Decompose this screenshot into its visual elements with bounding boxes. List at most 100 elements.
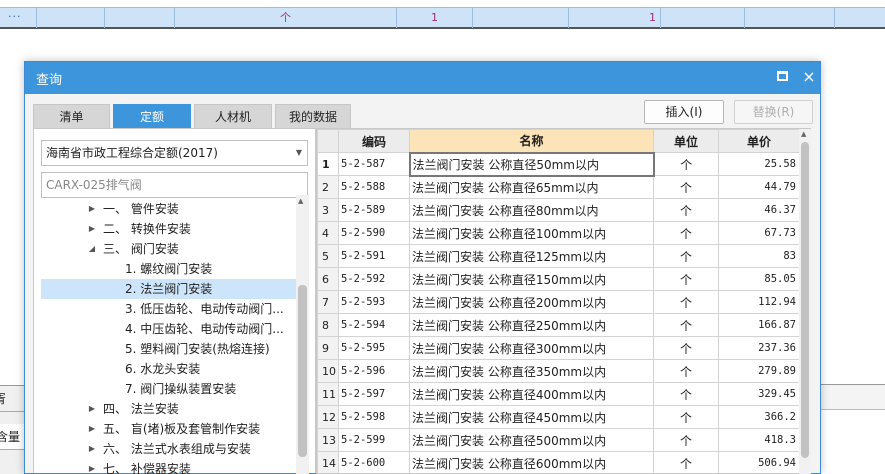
- price-cell[interactable]: 166.87: [718, 313, 800, 337]
- bg-left-tab[interactable]: 含量: [0, 424, 24, 450]
- tree-item[interactable]: ▶ 七、 补偿器安装: [41, 459, 296, 474]
- row-number[interactable]: 6: [317, 267, 339, 291]
- unit-cell[interactable]: 个: [653, 244, 719, 268]
- scrollbar-thumb[interactable]: [298, 285, 307, 457]
- code-cell[interactable]: 5-2-599: [338, 428, 410, 452]
- tree-item[interactable]: ▶ 二、 转换件安装: [41, 219, 296, 239]
- table-row[interactable]: 14 5-2-600 法兰阀门安装 公称直径600mm以内个 506.94: [317, 451, 800, 473]
- scroll-up-icon[interactable]: ▲: [801, 130, 806, 138]
- table-row[interactable]: 9 5-2-595 法兰阀门安装 公称直径300mm以内个 237.36: [317, 336, 800, 360]
- unit-cell[interactable]: 个: [653, 267, 719, 291]
- row-number[interactable]: 5: [317, 244, 339, 268]
- quota-library-select[interactable]: 海南省市政工程综合定额(2017) ▼: [41, 140, 308, 166]
- insert-button[interactable]: 插入(I): [644, 100, 724, 124]
- name-cell[interactable]: 法兰阀门安装 公称直径80mm以内: [409, 198, 654, 222]
- tree-item[interactable]: 7. 阀门操纵装置安装: [41, 379, 296, 399]
- code-cell[interactable]: 5-2-594: [338, 313, 410, 337]
- code-cell[interactable]: 5-2-592: [338, 267, 410, 291]
- table-row[interactable]: 1 5-2-587 法兰阀门安装 公称直径50mm以内个 25.58: [317, 151, 800, 177]
- price-cell[interactable]: 67.73: [718, 221, 800, 245]
- table-row[interactable]: 2 5-2-588 法兰阀门安装 公称直径65mm以内个 44.79: [317, 175, 800, 199]
- expand-arrow-icon[interactable]: ▶: [87, 399, 97, 419]
- name-cell[interactable]: 法兰阀门安装 公称直径300mm以内: [409, 336, 654, 360]
- row-number[interactable]: 1: [317, 152, 339, 176]
- replace-button[interactable]: 替换(R): [734, 100, 813, 124]
- table-row[interactable]: 11 5-2-597 法兰阀门安装 公称直径400mm以内个 329.45: [317, 382, 800, 406]
- code-cell[interactable]: 5-2-587: [338, 152, 410, 176]
- tree-item[interactable]: 3. 低压齿轮、电动传动阀门...: [41, 299, 296, 319]
- maximize-icon[interactable]: [777, 71, 788, 81]
- unit-cell[interactable]: 个: [653, 152, 719, 176]
- close-icon[interactable]: ×: [800, 66, 818, 88]
- row-number[interactable]: 11: [317, 382, 339, 406]
- table-row[interactable]: 5 5-2-591 法兰阀门安装 公称直径125mm以内个 83: [317, 244, 800, 268]
- tree-item[interactable]: 5. 塑料阀门安装(热熔连接): [41, 339, 296, 359]
- header-code[interactable]: 编码: [338, 129, 410, 153]
- chevron-down-icon[interactable]: ▼: [296, 141, 302, 165]
- search-input[interactable]: CARX-025排气阀: [41, 172, 308, 198]
- table-scrollbar[interactable]: ▲: [799, 129, 811, 474]
- bg-cell-unit[interactable]: 个: [175, 8, 397, 28]
- bg-cell-qty[interactable]: 1: [397, 8, 473, 28]
- name-cell[interactable]: 法兰阀门安装 公称直径65mm以内: [409, 175, 654, 199]
- header-name[interactable]: 名称: [409, 129, 654, 153]
- code-cell[interactable]: 5-2-600: [338, 451, 410, 473]
- table-row[interactable]: 13 5-2-599 法兰阀门安装 公称直径500mm以内个 418.3: [317, 428, 800, 452]
- row-number[interactable]: 8: [317, 313, 339, 337]
- code-cell[interactable]: 5-2-591: [338, 244, 410, 268]
- unit-cell[interactable]: 个: [653, 428, 719, 452]
- code-cell[interactable]: 5-2-593: [338, 290, 410, 314]
- table-row[interactable]: 4 5-2-590 法兰阀门安装 公称直径100mm以内个 67.73: [317, 221, 800, 245]
- scroll-up-icon[interactable]: ▲: [298, 197, 303, 205]
- tree-item[interactable]: 4. 中压齿轮、电动传动阀门...: [41, 319, 296, 339]
- table-row[interactable]: 6 5-2-592 法兰阀门安装 公称直径150mm以内个 85.05: [317, 267, 800, 291]
- price-cell[interactable]: 329.45: [718, 382, 800, 406]
- price-cell[interactable]: 506.94: [718, 451, 800, 473]
- code-cell[interactable]: 5-2-598: [338, 405, 410, 429]
- background-selected-row[interactable]: ··· 个 1 1: [0, 7, 885, 29]
- unit-cell[interactable]: 个: [653, 359, 719, 383]
- row-number[interactable]: 10: [317, 359, 339, 383]
- row-number[interactable]: 3: [317, 198, 339, 222]
- unit-cell[interactable]: 个: [653, 336, 719, 360]
- price-cell[interactable]: 85.05: [718, 267, 800, 291]
- row-number[interactable]: 9: [317, 336, 339, 360]
- price-cell[interactable]: 279.89: [718, 359, 800, 383]
- name-cell[interactable]: 法兰阀门安装 公称直径600mm以内: [409, 451, 654, 473]
- name-cell[interactable]: 法兰阀门安装 公称直径125mm以内: [409, 244, 654, 268]
- expand-arrow-icon[interactable]: ▶: [87, 219, 97, 239]
- unit-cell[interactable]: 个: [653, 451, 719, 473]
- code-cell[interactable]: 5-2-597: [338, 382, 410, 406]
- row-number[interactable]: 14: [317, 451, 339, 473]
- unit-cell[interactable]: 个: [653, 198, 719, 222]
- tree-item[interactable]: 2. 法兰阀门安装: [41, 279, 296, 299]
- tree-item[interactable]: ▶ 一、 管件安装: [41, 199, 296, 219]
- tree-item[interactable]: 6. 水龙头安装: [41, 359, 296, 379]
- price-cell[interactable]: 112.94: [718, 290, 800, 314]
- name-cell[interactable]: 法兰阀门安装 公称直径250mm以内: [409, 313, 654, 337]
- name-cell[interactable]: 法兰阀门安装 公称直径450mm以内: [409, 405, 654, 429]
- tree-item[interactable]: ▶ 六、 法兰式水表组成与安装: [41, 439, 296, 459]
- table-row[interactable]: 10 5-2-596 法兰阀门安装 公称直径350mm以内个 279.89: [317, 359, 800, 383]
- row-number[interactable]: 4: [317, 221, 339, 245]
- price-cell[interactable]: 366.2: [718, 405, 800, 429]
- bg-left-tab[interactable]: 胥: [0, 386, 24, 412]
- price-cell[interactable]: 44.79: [718, 175, 800, 199]
- row-number[interactable]: 12: [317, 405, 339, 429]
- tab-quota[interactable]: 定额: [113, 104, 191, 128]
- expand-arrow-icon[interactable]: ▶: [87, 459, 97, 474]
- table-row[interactable]: 7 5-2-593 法兰阀门安装 公称直径200mm以内个 112.94: [317, 290, 800, 314]
- name-cell[interactable]: 法兰阀门安装 公称直径200mm以内: [409, 290, 654, 314]
- bg-cell-qty[interactable]: 1: [569, 8, 661, 28]
- tree-item[interactable]: ◢ 三、 阀门安装: [41, 239, 296, 259]
- unit-cell[interactable]: 个: [653, 175, 719, 199]
- code-cell[interactable]: 5-2-596: [338, 359, 410, 383]
- name-cell[interactable]: 法兰阀门安装 公称直径350mm以内: [409, 359, 654, 383]
- tab-bill[interactable]: 清单: [33, 104, 110, 128]
- tree-item[interactable]: 1. 螺纹阀门安装: [41, 259, 296, 279]
- price-cell[interactable]: 46.37: [718, 198, 800, 222]
- header-price[interactable]: 单价: [718, 129, 800, 153]
- code-cell[interactable]: 5-2-588: [338, 175, 410, 199]
- name-cell[interactable]: 法兰阀门安装 公称直径50mm以内: [408, 151, 655, 177]
- expand-arrow-icon[interactable]: ▶: [87, 199, 97, 219]
